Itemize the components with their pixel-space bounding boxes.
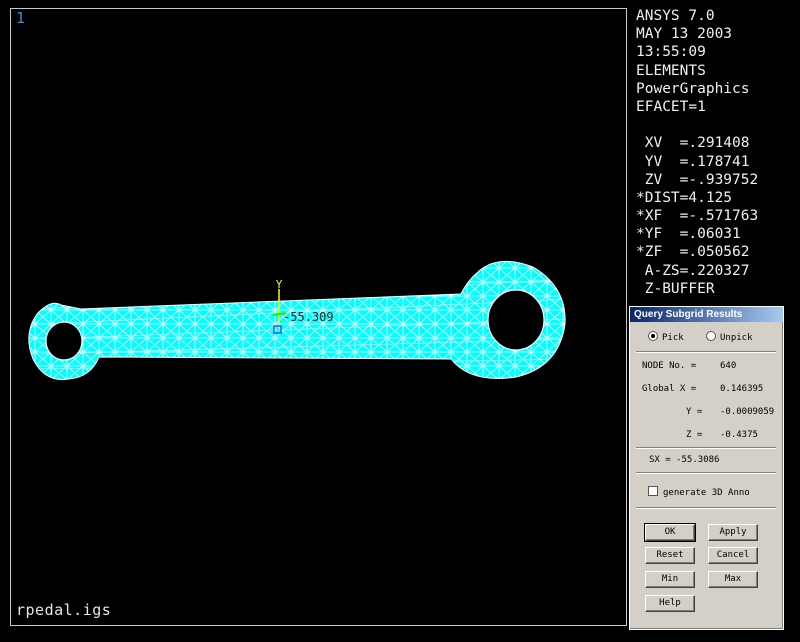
info-line: EFACET=1	[636, 98, 706, 115]
divider	[636, 351, 776, 353]
dialog-title: Query Subgrid Results	[630, 307, 783, 322]
generate-3d-anno-checkbox[interactable]: generate 3D Anno	[648, 486, 750, 498]
info-line: Z-BUFFER	[636, 280, 715, 297]
pick-radio-icon[interactable]	[648, 331, 658, 341]
triad-y-label: Y	[276, 278, 283, 291]
apply-button[interactable]: Apply	[708, 524, 758, 541]
z-label: Z =	[686, 430, 703, 440]
global-x-value: 0.146395	[720, 384, 764, 394]
info-line: YV =.178741	[636, 153, 750, 170]
cancel-button[interactable]: Cancel	[708, 547, 758, 564]
y-value: -0.0009059	[720, 407, 775, 417]
ok-button[interactable]: OK	[644, 523, 696, 542]
graphics-viewport[interactable]: 1 Y -55.309 rpedal.igs	[10, 8, 627, 626]
info-line: A-ZS=.220327	[636, 262, 750, 279]
large-hole	[487, 289, 545, 351]
file-name-label: rpedal.igs	[16, 601, 112, 619]
unpick-label: Unpick	[720, 333, 753, 343]
node-label: NODE No. =	[642, 361, 697, 371]
unpick-radio-icon[interactable]	[706, 331, 716, 341]
min-button[interactable]: Min	[645, 571, 695, 588]
info-line: *YF =.06031	[636, 226, 741, 243]
node-value: 640	[720, 361, 737, 371]
info-line: ANSYS 7.0	[636, 8, 715, 24]
pick-label: Pick	[662, 333, 684, 343]
z-value: -0.4375	[720, 430, 758, 440]
help-button[interactable]: Help	[645, 595, 695, 612]
info-line: *XF =-.571763	[636, 208, 759, 225]
info-line: XV =.291408	[636, 135, 750, 152]
small-hole	[45, 321, 83, 361]
checkbox-icon[interactable]	[648, 486, 658, 496]
info-line: ELEMENTS	[636, 62, 706, 79]
sx-result: SX = -55.3086	[649, 455, 720, 465]
anno-label: generate 3D Anno	[663, 488, 750, 498]
info-line: PowerGraphics	[636, 80, 750, 97]
query-subgrid-dialog[interactable]: Query Subgrid Results Pick Unpick NODE N…	[629, 306, 784, 630]
unpick-radio[interactable]: Unpick	[706, 331, 753, 343]
divider	[636, 507, 776, 509]
global-x-label: Global X =	[642, 384, 697, 394]
y-label: Y =	[686, 407, 703, 417]
max-button[interactable]: Max	[708, 571, 758, 588]
info-line: 13:55:09	[636, 44, 706, 61]
info-line: ZV =-.939752	[636, 171, 759, 188]
mesh-model[interactable]: Y -55.309	[11, 9, 627, 626]
status-info-panel: ANSYS 7.0 MAY 13 2003 13:55:09 ELEMENTS Powe…	[636, 7, 758, 298]
reset-button[interactable]: Reset	[645, 547, 695, 564]
info-line	[636, 116, 758, 134]
info-line: *ZF =.050562	[636, 244, 750, 261]
info-line: *DIST=4.125	[636, 189, 733, 206]
result-annotation: -55.309	[283, 310, 334, 324]
info-line: MAY 13 2003	[636, 26, 733, 43]
divider	[636, 447, 776, 449]
divider	[636, 472, 776, 474]
pick-radio[interactable]: Pick	[648, 331, 684, 343]
